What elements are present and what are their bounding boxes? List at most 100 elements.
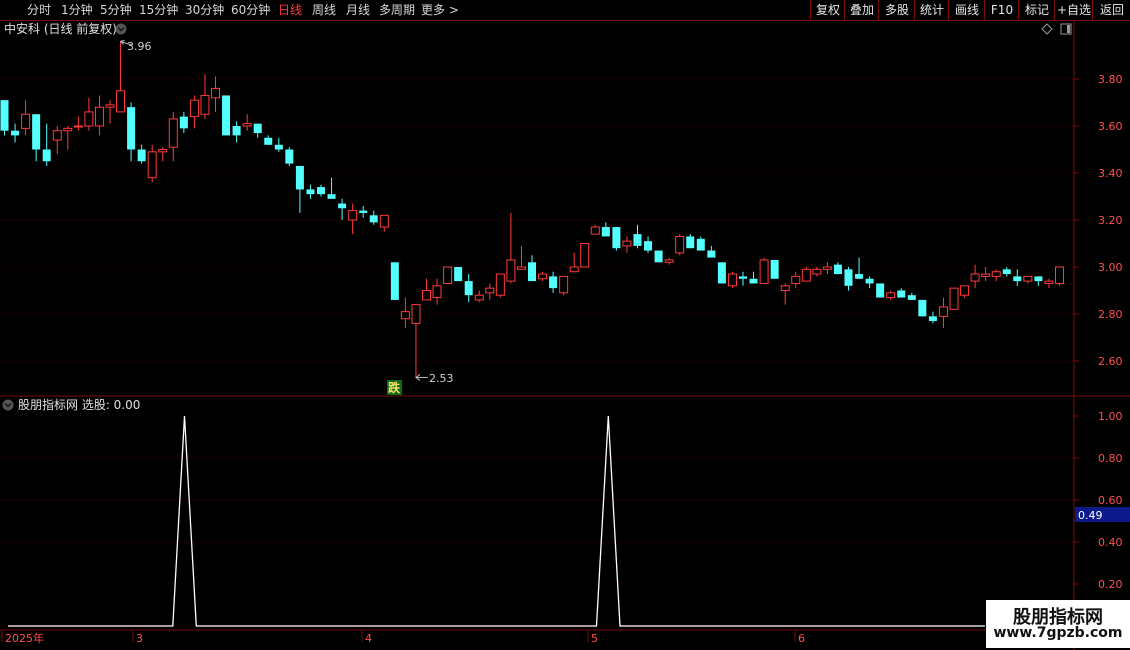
candle-body — [991, 271, 1001, 277]
candle-body — [306, 189, 315, 195]
indicator-menu-icon[interactable] — [2, 399, 14, 411]
candle-body — [516, 266, 526, 270]
candle-body — [822, 266, 832, 270]
toolbar-button[interactable]: 复权 — [810, 0, 845, 20]
chart-area: 3.80 3.60 3.40 3.20 3.00 2.80 2.60 1.00 0.80 0.6… — [0, 20, 1130, 650]
timeframe-tab[interactable]: 多周期 — [379, 1, 415, 19]
candle-body — [127, 107, 136, 150]
candle-body — [538, 273, 548, 280]
candle-body — [644, 241, 653, 251]
candle-body — [94, 106, 104, 127]
candle-body — [400, 311, 410, 320]
candle-body — [622, 240, 632, 247]
candle-body — [928, 316, 937, 322]
price-tick-label: 2.80 — [1098, 308, 1123, 321]
candle-body — [168, 118, 178, 148]
candle-body — [485, 287, 495, 294]
candle-body — [664, 259, 674, 263]
timeframe-tab[interactable]: 周线 — [312, 1, 336, 19]
price-tick-label: 3.40 — [1098, 167, 1123, 180]
toolbar-button[interactable]: 叠加 — [844, 0, 879, 20]
timeframe-tab[interactable]: 更多 > — [421, 1, 459, 19]
annotations — [119, 39, 428, 381]
candle-body — [749, 278, 758, 284]
candle-body — [981, 273, 991, 277]
candle-body — [454, 267, 463, 282]
candle-body — [338, 203, 347, 209]
candle-body — [907, 295, 916, 300]
high-price-label: 3.96 — [127, 40, 152, 53]
timeframe-tab[interactable]: 1分钟 — [61, 1, 93, 19]
price-tick-label: 3.60 — [1098, 120, 1123, 133]
watermark: 股朋指标网 www.7gpzb.com — [986, 600, 1130, 648]
candle-body — [770, 259, 779, 279]
candle-body — [1044, 280, 1054, 284]
diamond-icon[interactable] — [1041, 23, 1053, 35]
candle-body — [232, 126, 241, 136]
candle-body — [590, 226, 600, 235]
toolbar-button[interactable]: 多股 — [878, 0, 915, 20]
candle-body — [474, 294, 484, 301]
candle-body — [359, 210, 368, 213]
candle-body — [73, 125, 83, 128]
candle-body — [0, 100, 9, 131]
indicator-series — [8, 415, 985, 627]
toolbar-button[interactable]: 返回 — [1092, 0, 1130, 20]
candle-body — [865, 278, 874, 284]
candle-body — [369, 215, 378, 223]
candle-body — [274, 144, 283, 150]
timeframe-tab[interactable]: 月线 — [346, 1, 370, 19]
toolbar-button[interactable]: 画线 — [948, 0, 985, 20]
candle-body — [264, 137, 273, 145]
candle-body — [63, 127, 73, 132]
candle-body — [886, 292, 896, 299]
candle-body — [179, 116, 188, 129]
candle-body — [833, 264, 842, 275]
candle-body — [11, 130, 20, 136]
timeframe-tab[interactable]: 15分钟 — [139, 1, 178, 19]
time-label: 4 — [365, 632, 372, 645]
candle-body — [675, 235, 685, 254]
candle-body — [464, 281, 473, 296]
time-label: 2025年 — [5, 631, 44, 645]
timeframe-tab[interactable]: 分时 — [27, 1, 51, 19]
indicator-tick-label: 1.00 — [1098, 410, 1123, 423]
candle-body — [158, 149, 168, 153]
candle-body — [791, 275, 801, 284]
timeframe-tab[interactable]: 5分钟 — [100, 1, 132, 19]
toolbar-button[interactable]: +自选 — [1054, 0, 1093, 20]
time-axis: 2025年 3 4 5 6 — [1, 631, 805, 645]
candle-body — [379, 214, 389, 228]
toolbar-button[interactable]: 统计 — [914, 0, 949, 20]
candle-body — [211, 87, 220, 99]
candle-body — [327, 194, 336, 199]
price-axis: 3.80 3.60 3.40 3.20 3.00 2.80 2.60 — [1074, 73, 1123, 368]
candle-body — [633, 234, 642, 246]
candle-body — [253, 123, 262, 134]
candle-body — [855, 274, 864, 279]
candle-body — [844, 269, 853, 286]
candle-body — [105, 104, 115, 108]
toolbar-button[interactable]: 标记 — [1018, 0, 1055, 20]
candle-body — [32, 114, 41, 150]
candle-body — [390, 262, 399, 300]
timeframe-tab[interactable]: 日线 — [278, 1, 302, 19]
candle-body — [970, 273, 980, 282]
candle-body — [1013, 276, 1022, 282]
timeframe-tab[interactable]: 30分钟 — [185, 1, 224, 19]
toolbar-button[interactable]: F10 — [984, 0, 1019, 20]
candle-body — [443, 266, 453, 284]
candle-body — [897, 290, 906, 298]
stock-title: 中安科 (日线 前复权) — [4, 21, 117, 36]
price-tick-label: 2.60 — [1098, 355, 1123, 368]
signal-badge: 跌 — [388, 380, 401, 395]
candle-body — [801, 268, 811, 282]
indicator-tick-label: 0.20 — [1098, 578, 1123, 591]
settings-dropdown-icon[interactable] — [115, 23, 127, 35]
candle-body — [116, 90, 126, 113]
candle-body — [84, 111, 94, 127]
candle-body — [938, 306, 948, 317]
candle-body — [422, 290, 431, 301]
timeframe-tab[interactable]: 60分钟 — [231, 1, 270, 19]
indicator-line — [8, 415, 985, 627]
